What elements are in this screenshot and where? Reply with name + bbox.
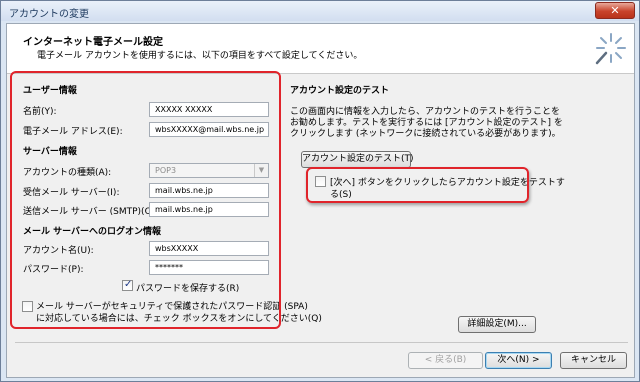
cancel-button[interactable]: キャンセル (560, 352, 627, 369)
page-title: インターネット電子メール設定 (23, 37, 163, 48)
window-title: アカウントの変更 (9, 9, 89, 20)
title-bar[interactable]: アカウントの変更 ✕ (1, 1, 639, 21)
footer-divider (15, 342, 628, 343)
dialog-client-area: インターネット電子メール設定 電子メール アカウントを使用するには、以下の項目を… (6, 23, 635, 378)
wizard-sparkle-icon (595, 33, 626, 65)
test-section-heading: アカウント設定のテスト (290, 86, 390, 96)
highlight-auto-test (306, 167, 529, 203)
next-button[interactable]: 次へ(N) > (485, 352, 552, 369)
back-button[interactable]: < 戻る(B) (408, 352, 483, 369)
account-settings-window: アカウントの変更 ✕ インターネット電子メール設定 電子メール アカウントを使用… (0, 0, 640, 382)
page-subtitle: 電子メール アカウントを使用するには、以下の項目をすべて設定してください。 (37, 51, 363, 61)
test-description-line3: クリックします (ネットワークに接続されている必要があります)。 (290, 129, 561, 139)
test-account-settings-button[interactable]: アカウント設定のテスト(T) (301, 151, 414, 168)
close-button[interactable]: ✕ (595, 2, 635, 19)
more-settings-button[interactable]: 詳細設定(M)... (458, 316, 536, 333)
highlight-account-fields (10, 71, 281, 329)
wizard-header: インターネット電子メール設定 電子メール アカウントを使用するには、以下の項目を… (7, 24, 634, 74)
